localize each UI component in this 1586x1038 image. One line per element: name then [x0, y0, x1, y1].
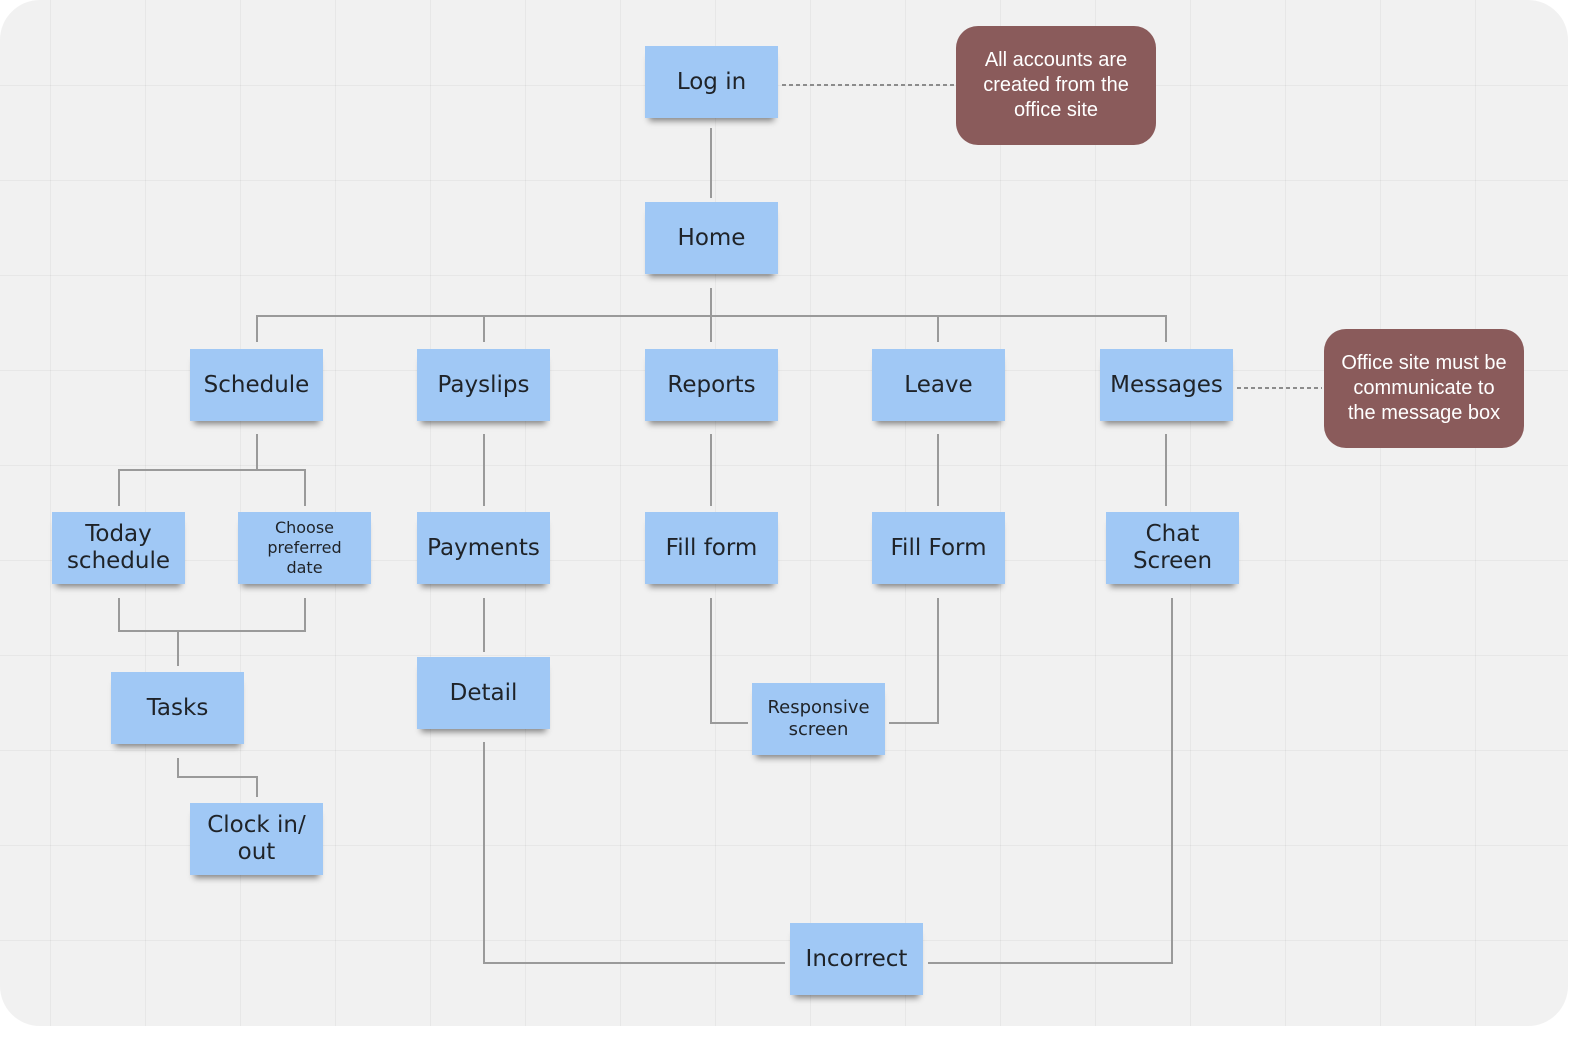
node-fill-form-leave[interactable]: Fill Form: [872, 512, 1005, 584]
edge-schedule-children: [118, 469, 306, 506]
node-detail[interactable]: Detail: [417, 657, 550, 729]
node-label: Log in: [676, 68, 747, 95]
node-label: Fill form: [665, 534, 758, 561]
node-leave[interactable]: Leave: [872, 349, 1005, 421]
node-label: Home: [677, 224, 746, 251]
node-label: Choose preferred date: [267, 518, 342, 577]
node-label: Fill Form: [890, 534, 987, 561]
node-messages[interactable]: Messages: [1100, 349, 1233, 421]
note-login[interactable]: All accounts are created from the office…: [956, 26, 1156, 145]
node-payments[interactable]: Payments: [417, 512, 550, 584]
node-label: Schedule: [203, 371, 310, 398]
edge-detail-incorrect: [483, 742, 785, 964]
note-text: Office site must be communicate to the m…: [1341, 352, 1507, 424]
node-label: Leave: [904, 371, 973, 398]
edge-fillform-responsive-left: [710, 598, 748, 724]
node-incorrect[interactable]: Incorrect: [790, 923, 923, 995]
node-label: Incorrect: [805, 945, 908, 972]
note-text: All accounts are created from the office…: [983, 49, 1129, 121]
diagram-canvas: Log in Home Schedule Payslips Reports Le…: [0, 0, 1568, 1026]
node-label: Messages: [1110, 371, 1223, 398]
node-label: Detail: [449, 679, 518, 706]
node-tasks[interactable]: Tasks: [111, 672, 244, 744]
note-messages[interactable]: Office site must be communicate to the m…: [1324, 329, 1524, 448]
node-chat-screen[interactable]: Chat Screen: [1106, 512, 1239, 584]
node-payslips[interactable]: Payslips: [417, 349, 550, 421]
node-login[interactable]: Log in: [645, 46, 778, 118]
node-reports[interactable]: Reports: [645, 349, 778, 421]
node-home[interactable]: Home: [645, 202, 778, 274]
node-label: Tasks: [146, 694, 209, 721]
node-today-schedule[interactable]: Today schedule: [52, 512, 185, 584]
edge-fillform-responsive-right: [889, 598, 939, 724]
node-responsive-screen[interactable]: Responsive screen: [752, 683, 885, 755]
edge-tasks-clock: [177, 758, 258, 797]
node-schedule[interactable]: Schedule: [190, 349, 323, 421]
node-clock-in-out[interactable]: Clock in/ out: [190, 803, 323, 875]
node-label: Clock in/ out: [207, 812, 306, 865]
node-choose-preferred-date[interactable]: Choose preferred date: [238, 512, 371, 584]
node-label: Responsive screen: [767, 697, 870, 740]
node-label: Reports: [667, 371, 756, 398]
node-label: Payslips: [437, 371, 530, 398]
node-label: Today schedule: [66, 521, 171, 574]
node-fill-form-reports[interactable]: Fill form: [645, 512, 778, 584]
edge-chat-incorrect: [928, 598, 1173, 964]
node-label: Payments: [427, 534, 540, 561]
edge-merge-to-tasks: [118, 598, 306, 632]
node-label: Chat Screen: [1132, 521, 1213, 574]
